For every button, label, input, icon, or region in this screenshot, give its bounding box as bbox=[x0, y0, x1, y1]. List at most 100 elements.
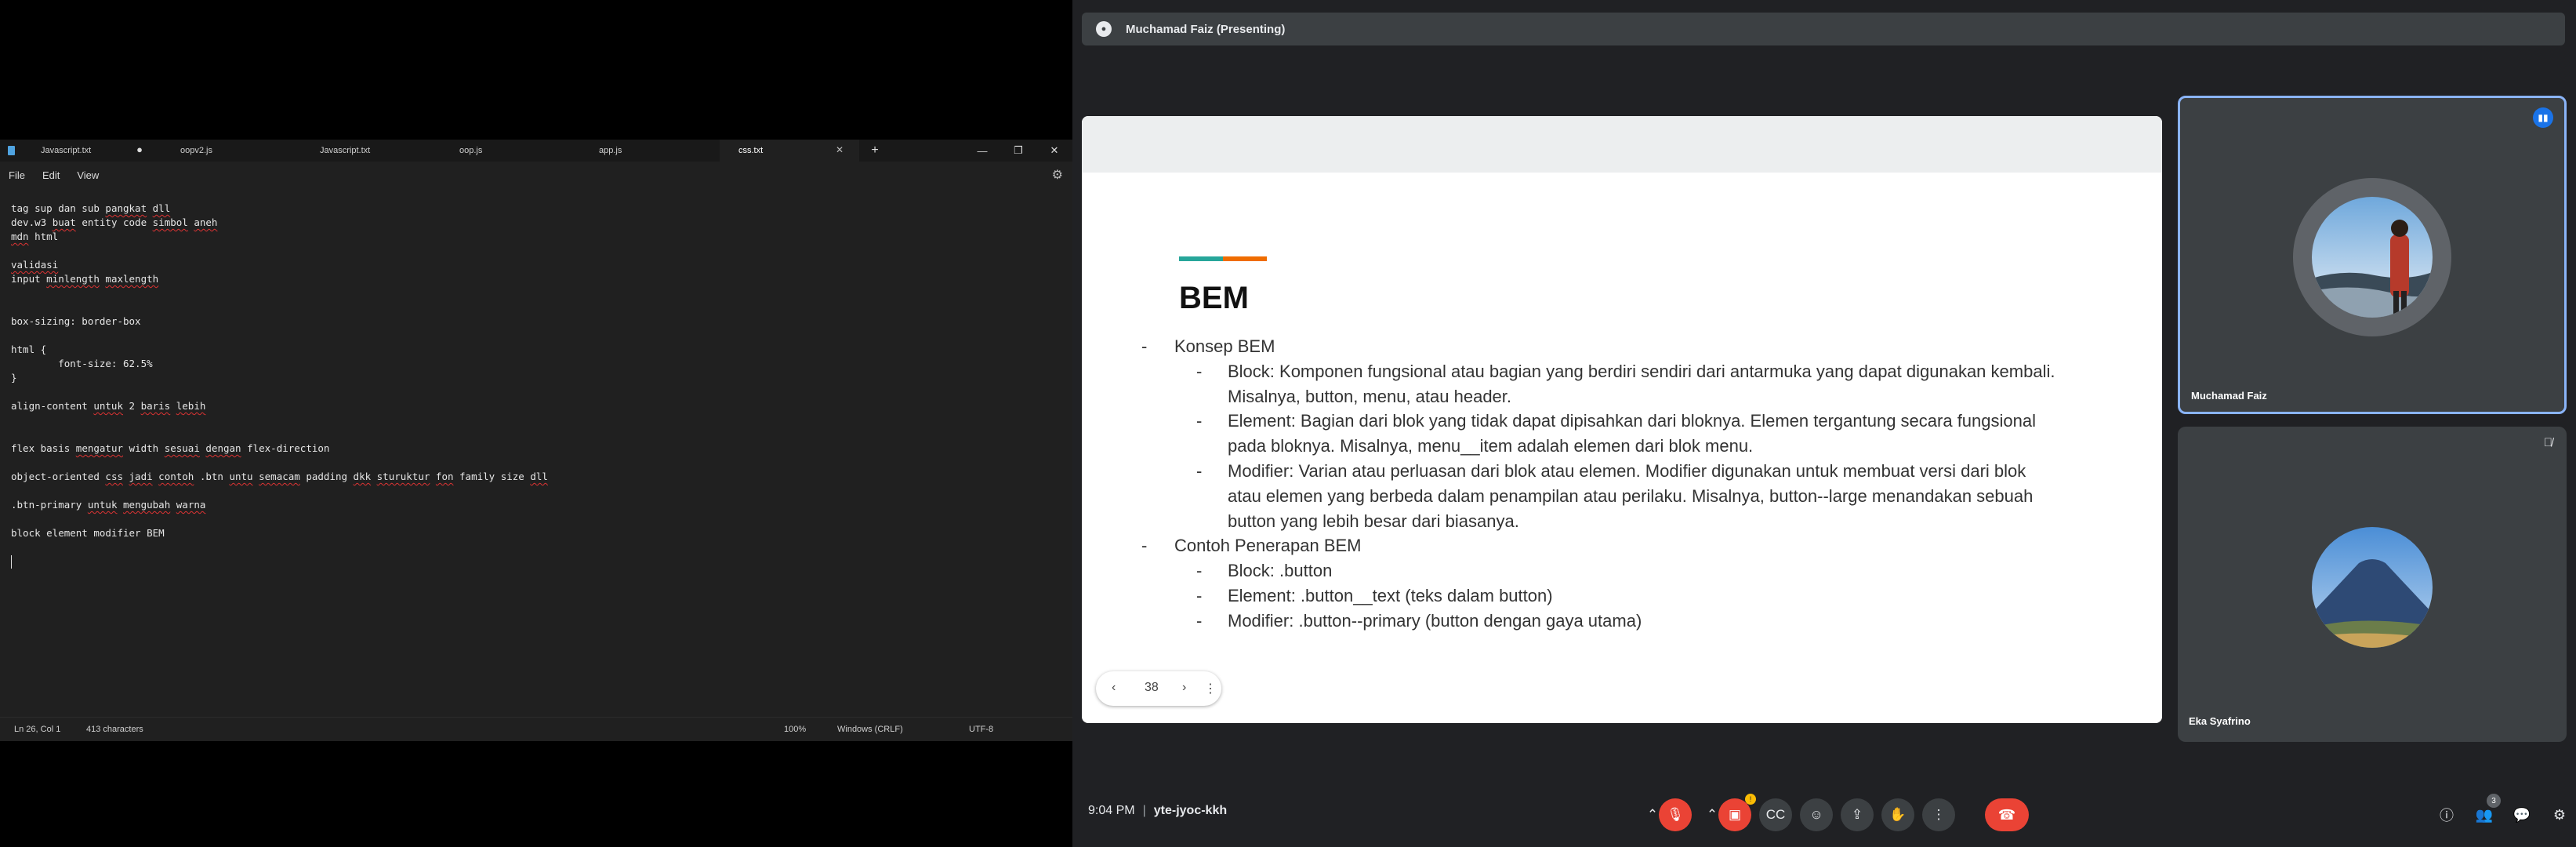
people-icon[interactable]: 👥 3 bbox=[2471, 794, 2501, 828]
tab-app-js[interactable]: app.js bbox=[580, 140, 720, 162]
tab-oop-js[interactable]: oop.js bbox=[441, 140, 580, 162]
present-button[interactable]: ⇪ bbox=[1841, 798, 1874, 831]
char-count: 413 characters bbox=[86, 725, 143, 734]
emoji-button[interactable]: ☺ bbox=[1800, 798, 1833, 831]
presenter-bar: ● Muchamad Faiz (Presenting) bbox=[1082, 13, 2565, 45]
avatar-faiz bbox=[2312, 197, 2433, 318]
bullet-dash: - bbox=[1196, 611, 1203, 631]
meeting-info: 9:04 PM | yte-jyoc-kkh bbox=[1088, 804, 1227, 818]
bullet-dash: - bbox=[1196, 362, 1203, 381]
menu-file[interactable]: File bbox=[0, 169, 34, 181]
slide-accent-orange bbox=[1223, 256, 1267, 261]
more-options-button[interactable]: ⋮ bbox=[1922, 798, 1955, 831]
audio-options-chevron-icon[interactable]: ⌃ bbox=[1645, 798, 1660, 831]
slide-bullet: Element: .button__text (teks dalam butto… bbox=[1228, 586, 1553, 605]
tab-label: Javascript.txt bbox=[320, 146, 371, 155]
participant-name: Muchamad Faiz bbox=[2191, 390, 2267, 402]
unsaved-dot-icon[interactable]: ● bbox=[136, 144, 143, 155]
slide-bullet: Konsep BEM bbox=[1174, 336, 1275, 356]
code-line: } bbox=[11, 372, 17, 384]
prev-slide-icon[interactable]: ‹ bbox=[1112, 681, 1116, 695]
tab-bar: Javascript.txt ● oopv2.js Javascript.txt… bbox=[0, 140, 1072, 162]
more-vert-icon[interactable]: ⋮ bbox=[1204, 681, 1217, 696]
restore-icon[interactable]: ❐ bbox=[1000, 140, 1036, 162]
notepad-app-icon bbox=[0, 140, 22, 162]
code-line: .btn-primary untuk mengubah warna bbox=[11, 499, 206, 511]
notepad-window: Javascript.txt ● oopv2.js Javascript.txt… bbox=[0, 140, 1072, 741]
slide-bullet: Contoh Penerapan BEM bbox=[1174, 536, 1362, 555]
clock-time: 9:04 PM bbox=[1088, 804, 1135, 817]
bullet-dash: - bbox=[1196, 461, 1203, 481]
code-line: box-sizing: border-box bbox=[11, 315, 141, 327]
encoding[interactable]: UTF-8 bbox=[969, 725, 993, 734]
code-line: flex basis mengatur width sesuai dengan … bbox=[11, 442, 330, 454]
text-editor[interactable]: tag sup dan sub pangkat dll dev.w3 buat … bbox=[0, 202, 1072, 696]
participant-tile-eka[interactable]: 🎙̸ Eka Syafrino bbox=[2178, 427, 2567, 742]
bullet-dash: - bbox=[1196, 411, 1203, 431]
code-line: object-oriented css jadi contoh .btn unt… bbox=[11, 471, 548, 482]
code-line: block element modifier BEM bbox=[11, 527, 165, 539]
activities-icon[interactable]: ⚙ bbox=[2546, 802, 2573, 828]
zoom-level[interactable]: 100% bbox=[784, 725, 806, 734]
tab-label: css.txt bbox=[738, 146, 764, 155]
end-call-button[interactable]: ☎ bbox=[1985, 798, 2029, 831]
info-icon[interactable]: ⓘ bbox=[2433, 802, 2460, 828]
menu-edit[interactable]: Edit bbox=[34, 169, 68, 181]
bullet-dash: - bbox=[1196, 561, 1203, 580]
cursor-position: Ln 26, Col 1 bbox=[14, 725, 61, 734]
tab-css-txt[interactable]: css.txt ✕ bbox=[720, 140, 859, 162]
close-window-icon[interactable]: ✕ bbox=[1036, 140, 1072, 162]
slide-bullet: Block: .button bbox=[1228, 561, 1333, 580]
window-controls: — ❐ ✕ bbox=[964, 140, 1072, 162]
slide-accent-teal bbox=[1179, 256, 1223, 261]
new-tab-button[interactable]: + bbox=[859, 140, 891, 162]
raise-hand-button[interactable]: ✋ bbox=[1881, 798, 1914, 831]
next-slide-icon[interactable]: › bbox=[1182, 681, 1186, 695]
code-line: align-content untuk 2 baris lebih bbox=[11, 400, 206, 412]
video-options-chevron-icon[interactable]: ⌃ bbox=[1704, 798, 1720, 831]
code-line: font-size: 62.5% bbox=[11, 358, 153, 369]
code-line: input minlength maxlength bbox=[11, 273, 159, 285]
info-separator: | bbox=[1142, 804, 1146, 817]
text-caret bbox=[11, 555, 12, 569]
mic-off-button[interactable]: 🎙 bbox=[1659, 798, 1692, 831]
slide-bullet: Modifier: Varian atau perluasan dari blo… bbox=[1228, 461, 2026, 481]
slide-page-number: 38 bbox=[1145, 681, 1159, 694]
code-line: dev.w3 buat entity code simbol aneh bbox=[11, 216, 218, 228]
minimize-icon[interactable]: — bbox=[964, 140, 1000, 162]
presenter-avatar-icon: ● bbox=[1096, 21, 1112, 37]
bullet-dash: - bbox=[1196, 586, 1203, 605]
avatar-eka bbox=[2312, 527, 2433, 648]
tab-label: oop.js bbox=[459, 146, 483, 155]
slide-top-band bbox=[1082, 116, 2162, 173]
tab-label: Javascript.txt bbox=[41, 146, 92, 155]
tab-javascript-txt-1[interactable]: Javascript.txt ● bbox=[22, 140, 161, 162]
menu-view[interactable]: View bbox=[68, 169, 107, 181]
tab-oopv2-js[interactable]: oopv2.js bbox=[161, 140, 301, 162]
participant-name: Eka Syafrino bbox=[2189, 715, 2251, 727]
captions-button[interactable]: CC bbox=[1759, 798, 1792, 831]
status-bar: Ln 26, Col 1 413 characters 100% Windows… bbox=[0, 717, 1072, 741]
close-tab-icon[interactable]: ✕ bbox=[836, 144, 844, 155]
participant-tile-faiz[interactable]: ▮▮ Muchamad Faiz bbox=[2178, 96, 2567, 414]
settings-gear-icon[interactable]: ⚙ bbox=[1052, 167, 1063, 183]
line-ending[interactable]: Windows (CRLF) bbox=[837, 725, 903, 734]
tab-label: app.js bbox=[599, 146, 622, 155]
slide-bullet: Misalnya, button, menu, atau header. bbox=[1228, 387, 1512, 406]
bullet-dash: - bbox=[1141, 536, 1148, 555]
chat-icon[interactable]: 💬 bbox=[2509, 802, 2535, 828]
people-count-badge: 3 bbox=[2487, 794, 2501, 808]
bullet-dash: - bbox=[1141, 336, 1148, 356]
slide-bullet: pada bloknya. Misalnya, menu__item adala… bbox=[1228, 436, 1754, 456]
slide-bullet: Block: Komponen fungsional atau bagian y… bbox=[1228, 362, 2055, 381]
slide-bullet: atau elemen yang berbeda dalam penampila… bbox=[1228, 486, 2034, 506]
code-line: tag sup dan sub pangkat dll bbox=[11, 202, 171, 214]
slide-bullet: button yang lebih besar dari biasanya. bbox=[1228, 511, 1519, 531]
presenter-name: Muchamad Faiz (Presenting) bbox=[1126, 22, 1286, 36]
tab-javascript-txt-2[interactable]: Javascript.txt bbox=[301, 140, 441, 162]
code-line: mdn html bbox=[11, 231, 59, 242]
camera-off-button[interactable]: ▣! bbox=[1718, 794, 1756, 831]
meet-window: ● Muchamad Faiz (Presenting) BEM - Konse… bbox=[1072, 0, 2576, 847]
code-line: validasi bbox=[11, 259, 59, 271]
slide-title: BEM bbox=[1179, 281, 1249, 315]
